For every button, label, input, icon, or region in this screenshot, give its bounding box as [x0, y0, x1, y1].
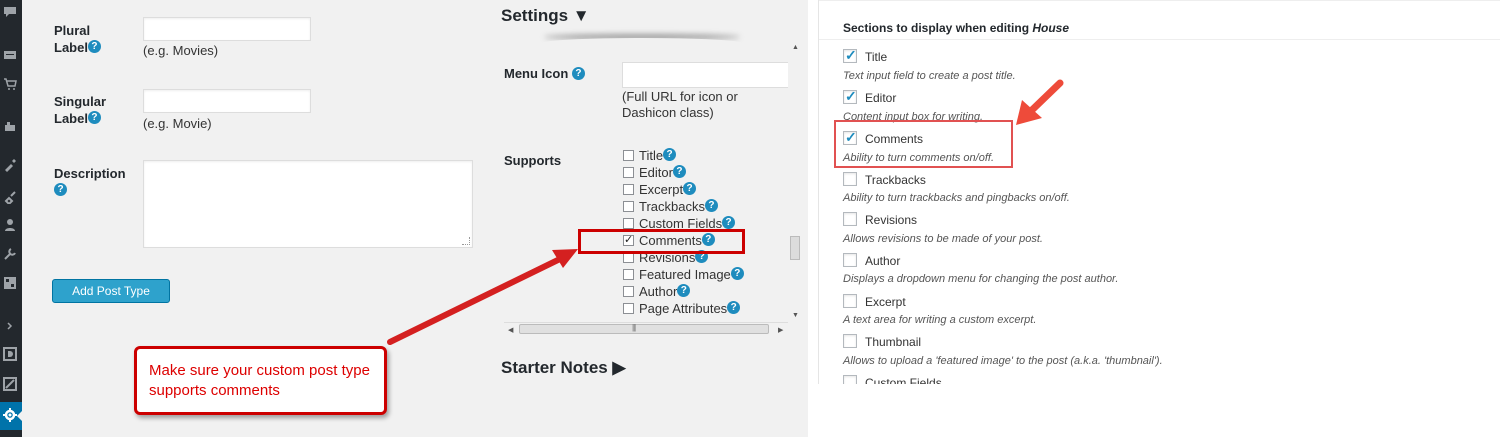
singular-label-input[interactable] — [143, 89, 311, 113]
horizontal-scroll-thumb[interactable] — [519, 324, 769, 334]
comments-highlight-box — [578, 229, 745, 254]
starter-notes-toggle[interactable]: Starter Notes ▶ — [501, 358, 626, 378]
option-excerpt[interactable]: Excerpt — [843, 294, 906, 309]
supports-trackbacks[interactable]: Trackbacks? — [623, 198, 718, 215]
supports-label: Supports — [504, 153, 562, 168]
checkbox-checked[interactable] — [843, 47, 857, 64]
checkbox[interactable] — [623, 303, 634, 315]
panel-header: Sections to display when editing House — [819, 0, 1500, 40]
menu-icon-label: Menu Icon ? — [504, 66, 585, 81]
checkbox[interactable] — [843, 375, 857, 384]
users-icon[interactable] — [2, 218, 18, 234]
option-trackbacks[interactable]: Trackbacks — [843, 172, 926, 187]
scroll-grip: ||| — [632, 323, 636, 332]
supports-page-attributes[interactable]: Page Attributes? — [623, 300, 741, 317]
option-author-desc: Displays a dropdown menu for changing th… — [843, 273, 1119, 285]
scroll-down-icon[interactable]: ▼ — [792, 312, 799, 319]
option-thumbnail-desc: Allows to upload a 'featured image' to t… — [843, 355, 1163, 367]
post-type-form-panel: Plural Label? (e.g. Movies) Singular Lab… — [22, 0, 808, 437]
supports-title[interactable]: Title? — [623, 147, 677, 164]
help-icon[interactable]: ? — [87, 111, 101, 124]
comments-highlight-box — [834, 120, 1013, 168]
help-icon[interactable]: ? — [87, 40, 101, 53]
panel-title: Sections to display when editing House — [843, 21, 1070, 35]
add-post-type-button[interactable]: Add Post Type — [52, 279, 170, 303]
option-author[interactable]: Author — [843, 253, 900, 268]
checkbox[interactable] — [623, 167, 634, 179]
comments-icon[interactable] — [2, 5, 18, 21]
vertical-scrollbar[interactable] — [788, 40, 802, 320]
plural-label: Plural Label? — [54, 22, 101, 56]
option-excerpt-desc: A text area for writing a custom excerpt… — [843, 314, 1037, 326]
checkbox[interactable] — [623, 269, 634, 281]
sections-display-panel: Sections to display when editing House T… — [818, 0, 1500, 384]
image-icon[interactable] — [2, 377, 18, 393]
collapse-icon[interactable] — [2, 319, 18, 335]
checkbox[interactable] — [843, 172, 857, 187]
supports-author[interactable]: Author? — [623, 283, 691, 300]
option-title[interactable]: Title — [843, 47, 887, 64]
help-icon[interactable]: ? — [704, 199, 718, 212]
supports-excerpt[interactable]: Excerpt? — [623, 181, 697, 198]
scroll-right-icon[interactable]: ▶ — [778, 326, 783, 334]
resize-handle[interactable] — [462, 237, 470, 245]
settings-icon[interactable] — [2, 408, 18, 424]
checkbox[interactable] — [623, 286, 634, 298]
option-trackbacks-desc: Ability to turn trackbacks and pingbacks… — [843, 192, 1070, 204]
description-textarea[interactable] — [143, 160, 473, 248]
help-icon[interactable]: ? — [663, 148, 677, 161]
annotation-callout: Make sure your custom post type supports… — [134, 346, 387, 415]
vertical-scroll-thumb[interactable] — [790, 236, 800, 260]
help-icon[interactable]: ? — [571, 67, 585, 80]
option-custom-fields[interactable]: Custom Fields — [843, 375, 942, 384]
checkbox[interactable] — [843, 334, 857, 349]
option-revisions-desc: Allows revisions to be made of your post… — [843, 233, 1043, 245]
singular-label-hint: (e.g. Movie) — [143, 116, 212, 131]
checkbox[interactable] — [623, 218, 634, 230]
checkbox[interactable] — [623, 184, 634, 196]
checkbox[interactable] — [843, 294, 857, 309]
description-label: Description ? — [54, 166, 126, 196]
option-title-desc: Text input field to create a post title. — [843, 70, 1016, 82]
help-icon[interactable]: ? — [730, 267, 744, 280]
plural-label-input[interactable] — [143, 17, 311, 41]
help-icon[interactable]: ? — [722, 216, 736, 229]
cart-icon[interactable] — [2, 77, 18, 93]
help-icon[interactable]: ? — [54, 183, 67, 196]
checkbox[interactable] — [843, 253, 857, 268]
option-editor[interactable]: Editor — [843, 88, 896, 105]
admin-sidebar — [0, 0, 22, 437]
tools-icon[interactable] — [2, 247, 18, 263]
menu-icon-hint: (Full URL for icon or Dashicon class) — [622, 89, 738, 120]
settings-divider — [542, 38, 742, 48]
help-icon[interactable]: ? — [677, 284, 691, 297]
help-icon[interactable]: ? — [683, 182, 697, 195]
plugins-icon[interactable] — [2, 190, 18, 206]
checkbox[interactable] — [623, 201, 634, 213]
checkbox-checked[interactable] — [843, 88, 857, 105]
grid-icon[interactable] — [2, 276, 18, 292]
products-icon[interactable] — [2, 120, 18, 136]
plural-label-hint: (e.g. Movies) — [143, 43, 219, 58]
feedback-icon[interactable] — [2, 48, 18, 64]
supports-editor[interactable]: Editor? — [623, 164, 686, 181]
supports-featured-image[interactable]: Featured Image? — [623, 266, 744, 283]
menu-icon-input[interactable] — [622, 62, 790, 88]
option-revisions[interactable]: Revisions — [843, 212, 917, 227]
media-icon[interactable] — [2, 347, 18, 363]
appearance-icon[interactable] — [2, 158, 18, 174]
checkbox[interactable] — [623, 150, 634, 162]
help-icon[interactable]: ? — [727, 301, 741, 314]
settings-heading[interactable]: Settings ▼ — [501, 6, 590, 26]
checkbox[interactable] — [843, 212, 857, 227]
option-thumbnail[interactable]: Thumbnail — [843, 334, 921, 349]
scroll-left-icon[interactable]: ◀ — [508, 326, 513, 334]
help-icon[interactable]: ? — [672, 165, 686, 178]
singular-label: Singular Label? — [54, 94, 107, 126]
scroll-up-icon[interactable]: ▲ — [792, 44, 799, 51]
